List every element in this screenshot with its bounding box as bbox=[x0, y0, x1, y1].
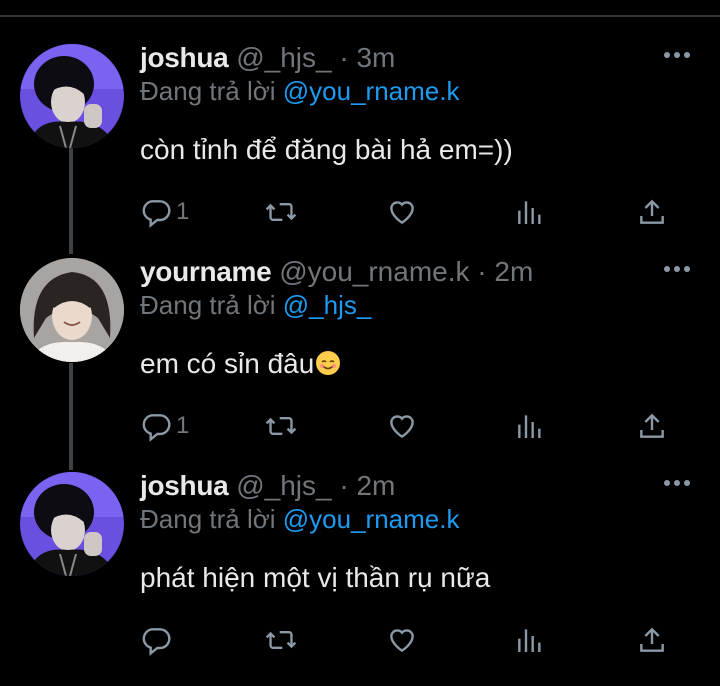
like-icon bbox=[390, 629, 414, 653]
reply-prefix: Đang trả lời bbox=[140, 504, 283, 534]
author-handle[interactable]: @_hjs_ bbox=[236, 470, 331, 501]
reply-icon bbox=[142, 200, 171, 228]
tweet-header: yourname @you_rname.k · 2m bbox=[140, 256, 533, 288]
tweet[interactable]: yourname @you_rname.k · 2m Đang trả lời … bbox=[0, 256, 720, 472]
reply-context: Đang trả lời @you_rname.k bbox=[140, 76, 459, 107]
more-icon[interactable] bbox=[664, 480, 692, 490]
retweet-button[interactable] bbox=[264, 620, 298, 660]
tweet-text: còn tỉnh để đăng bài hả em=)) bbox=[140, 134, 513, 165]
views-icon bbox=[518, 629, 541, 652]
reply-prefix: Đang trả lời bbox=[140, 76, 283, 106]
retweet-button[interactable] bbox=[264, 406, 298, 446]
retweet-icon bbox=[265, 630, 297, 650]
reply-mention[interactable]: @_hjs_ bbox=[283, 290, 372, 320]
reply-context: Đang trả lời @you_rname.k bbox=[140, 504, 459, 535]
timestamp[interactable]: 2m bbox=[494, 256, 533, 287]
action-bar: 1 bbox=[140, 192, 680, 232]
tweet[interactable]: joshua @_hjs_ · 2m Đang trả lời @you_rna… bbox=[0, 470, 720, 686]
views-icon bbox=[518, 415, 541, 438]
like-button[interactable] bbox=[386, 192, 418, 232]
views-button[interactable] bbox=[514, 406, 546, 446]
reply-mention[interactable]: @you_rname.k bbox=[283, 504, 460, 534]
author-name[interactable]: joshua bbox=[140, 470, 229, 501]
reply-icon bbox=[142, 414, 171, 442]
author-name[interactable]: joshua bbox=[140, 42, 229, 73]
tweet-header: joshua @_hjs_ · 2m bbox=[140, 470, 395, 502]
more-icon[interactable] bbox=[664, 52, 692, 62]
share-button[interactable] bbox=[636, 192, 668, 232]
avatar[interactable] bbox=[20, 44, 124, 148]
action-bar bbox=[140, 620, 680, 660]
like-button[interactable] bbox=[386, 620, 418, 660]
reply-mention[interactable]: @you_rname.k bbox=[283, 76, 460, 106]
tweet[interactable]: joshua @_hjs_ · 3m Đang trả lời @you_rna… bbox=[0, 42, 720, 258]
retweet-icon bbox=[265, 416, 297, 436]
retweet-icon bbox=[265, 202, 297, 222]
share-icon bbox=[640, 627, 664, 652]
views-button[interactable] bbox=[514, 192, 546, 232]
avatar[interactable] bbox=[20, 258, 124, 362]
separator-dot: · bbox=[331, 470, 357, 501]
top-divider bbox=[0, 15, 720, 17]
reply-button[interactable]: 1 bbox=[140, 192, 189, 232]
reply-button[interactable]: 1 bbox=[140, 406, 189, 446]
share-button[interactable] bbox=[636, 406, 668, 446]
author-handle[interactable]: @you_rname.k bbox=[279, 256, 469, 287]
reply-button[interactable] bbox=[140, 620, 176, 660]
reply-count: 1 bbox=[176, 198, 190, 225]
avatar[interactable] bbox=[20, 472, 124, 576]
like-icon bbox=[390, 415, 414, 439]
author-name[interactable]: yourname bbox=[140, 256, 272, 287]
share-icon bbox=[640, 199, 664, 224]
reply-count: 1 bbox=[176, 412, 190, 439]
timestamp[interactable]: 2m bbox=[356, 470, 395, 501]
action-bar: 1 bbox=[140, 406, 680, 446]
reply-prefix: Đang trả lời bbox=[140, 290, 283, 320]
like-button[interactable] bbox=[386, 406, 418, 446]
tweet-header: joshua @_hjs_ · 3m bbox=[140, 42, 395, 74]
reply-icon bbox=[142, 628, 171, 656]
tweet-text: phát hiện một vị thần rụ nữa bbox=[140, 562, 491, 593]
share-button[interactable] bbox=[636, 620, 668, 660]
like-icon bbox=[390, 201, 414, 225]
author-handle[interactable]: @_hjs_ bbox=[236, 42, 331, 73]
views-button[interactable] bbox=[514, 620, 546, 660]
more-icon[interactable] bbox=[664, 266, 692, 276]
timestamp[interactable]: 3m bbox=[356, 42, 395, 73]
smiling-face-emoji bbox=[316, 351, 341, 375]
separator-dot: · bbox=[331, 42, 357, 73]
views-icon bbox=[518, 201, 541, 224]
tweet-text-body: em có sỉn đâu bbox=[140, 348, 315, 379]
retweet-button[interactable] bbox=[264, 192, 298, 232]
share-icon bbox=[640, 413, 664, 438]
reply-context: Đang trả lời @_hjs_ bbox=[140, 290, 371, 321]
separator-dot: · bbox=[469, 256, 495, 287]
tweet-text: em có sỉn đâu bbox=[140, 348, 341, 380]
